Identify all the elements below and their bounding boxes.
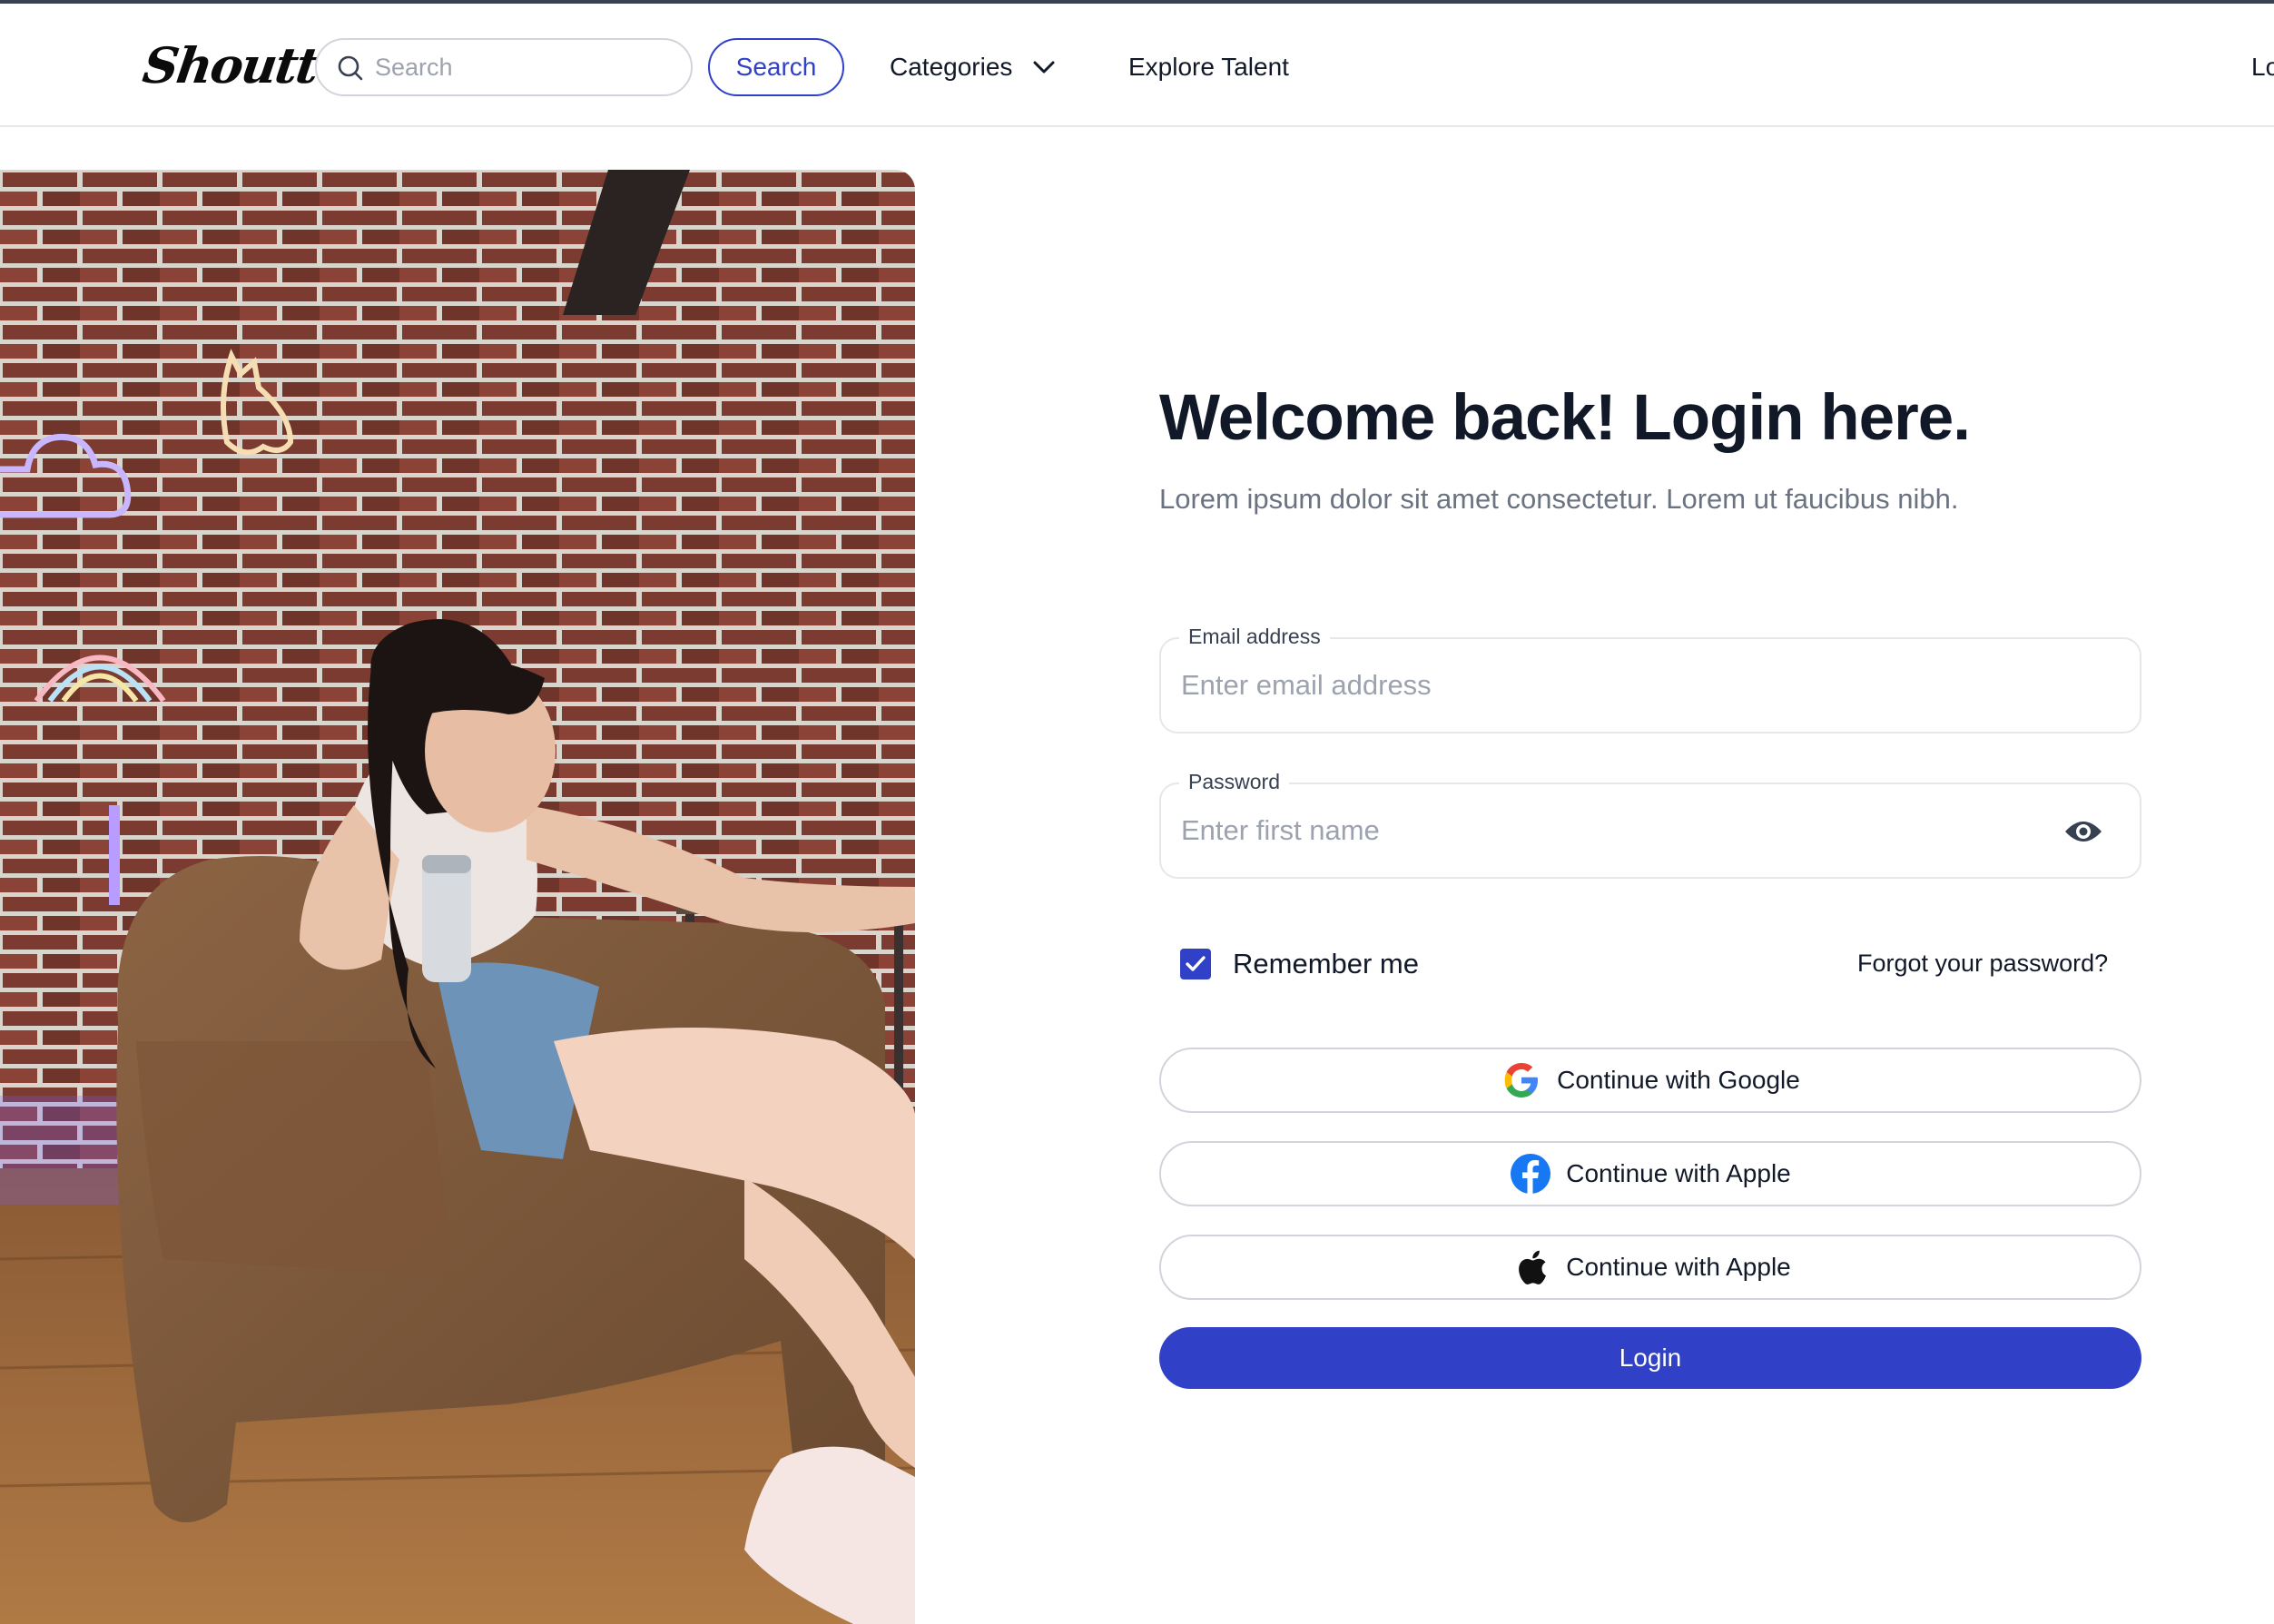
continue-with-apple-button[interactable]: Continue with Apple (1159, 1235, 2141, 1300)
search-button[interactable]: Search (708, 38, 844, 96)
continue-with-google-button[interactable]: Continue with Google (1159, 1048, 2141, 1113)
forgot-password-link[interactable]: Forgot your password? (1857, 950, 2108, 978)
remember-me-label: Remember me (1233, 948, 1419, 979)
continue-with-google-label: Continue with Google (1557, 1066, 1800, 1094)
search-bar[interactable] (315, 38, 693, 96)
remember-me-checkbox[interactable]: Remember me (1180, 948, 1419, 980)
chevron-down-icon (1033, 61, 1055, 74)
checkmark-icon (1186, 956, 1206, 971)
logo[interactable]: Shoutt (140, 36, 321, 94)
top-navbar: Shoutt Search Categories Explore Talent … (0, 4, 2274, 127)
email-input[interactable] (1181, 659, 2071, 712)
nav-explore-talent[interactable]: Explore Talent (1128, 49, 1289, 85)
email-label: Email address (1179, 625, 1330, 649)
search-icon (338, 55, 363, 81)
eye-icon[interactable] (2063, 817, 2103, 846)
password-field[interactable]: Password (1159, 770, 2141, 879)
hero-photo (0, 170, 915, 1624)
apple-icon (1510, 1246, 1551, 1288)
checkbox-checked-icon[interactable] (1180, 949, 1211, 979)
page-subtitle: Lorem ipsum dolor sit amet consectetur. … (1159, 483, 1959, 515)
nav-login-link[interactable]: Lo (2251, 49, 2274, 85)
email-field[interactable]: Email address (1159, 625, 2141, 733)
google-icon (1501, 1059, 1542, 1101)
continue-with-facebook-label: Continue with Apple (1566, 1159, 1791, 1187)
nav-categories-label: Categories (890, 53, 1013, 81)
continue-with-apple-label: Continue with Apple (1566, 1253, 1791, 1281)
nav-categories-dropdown[interactable]: Categories (890, 49, 1056, 85)
password-input[interactable] (1181, 804, 2071, 857)
search-input[interactable] (375, 45, 674, 89)
login-button[interactable]: Login (1159, 1327, 2141, 1389)
password-label: Password (1179, 770, 1289, 794)
photo-woman-in-armchair-icon (0, 170, 915, 1624)
page-title: Welcome back! Login here. (1159, 382, 1971, 454)
facebook-icon (1510, 1153, 1551, 1195)
continue-with-facebook-button[interactable]: Continue with Apple (1159, 1141, 2141, 1206)
